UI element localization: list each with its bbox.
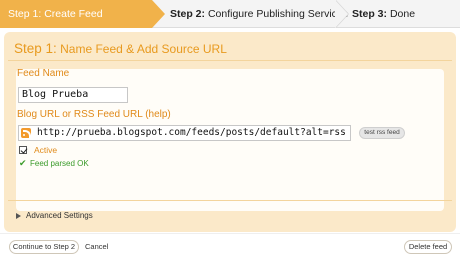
active-checkbox[interactable]	[19, 146, 27, 154]
feed-name-label: Feed Name	[17, 68, 70, 79]
expand-triangle-icon[interactable]	[16, 213, 21, 219]
continue-to-step-2-button[interactable]: Continue to Step 2	[9, 240, 79, 254]
step-3-done: Step 3: Done	[352, 0, 415, 28]
delete-feed-button[interactable]: Delete feed	[404, 240, 452, 254]
step-separator-chevron	[335, 0, 350, 28]
step-2-text: Configure Publishing Services	[207, 8, 349, 20]
divider	[8, 200, 452, 201]
step-3-text: Done	[389, 8, 416, 20]
source-url-input[interactable]: http://prueba.blogspot.com/feeds/posts/d…	[18, 125, 351, 141]
create-feed-panel: Step 1: Name Feed & Add Source URL Feed …	[4, 32, 456, 232]
step-2-prefix: Step 2:	[170, 8, 206, 20]
advanced-settings-toggle[interactable]: Advanced Settings	[26, 211, 93, 220]
divider	[8, 60, 452, 61]
panel-title-step: Step 1:	[14, 41, 57, 56]
step-1-create-feed: Step 1: Create Feed	[0, 0, 165, 28]
step-2-configure-publishing: Step 2: Configure Publishing Services	[170, 0, 348, 28]
cancel-link[interactable]: Cancel	[85, 242, 108, 251]
panel-title: Step 1: Name Feed & Add Source URL	[14, 41, 227, 56]
step-3-prefix: Step 3:	[352, 8, 388, 20]
step-progress-bar: Step 1: Create Feed Step 2: Configure Pu…	[0, 0, 460, 28]
checkmark-icon: ✔	[19, 158, 27, 168]
feed-status-message: Feed parsed OK	[30, 159, 89, 168]
test-rss-feed-button[interactable]: test rss feed	[359, 127, 405, 139]
active-label: Active	[34, 145, 58, 155]
panel-title-text: Name Feed & Add Source URL	[60, 42, 227, 56]
divider	[0, 233, 460, 234]
rss-icon	[21, 128, 31, 138]
feed-name-input[interactable]: Blog Prueba	[18, 87, 128, 103]
source-url-label: Blog URL or RSS Feed URL (help)	[17, 109, 171, 120]
